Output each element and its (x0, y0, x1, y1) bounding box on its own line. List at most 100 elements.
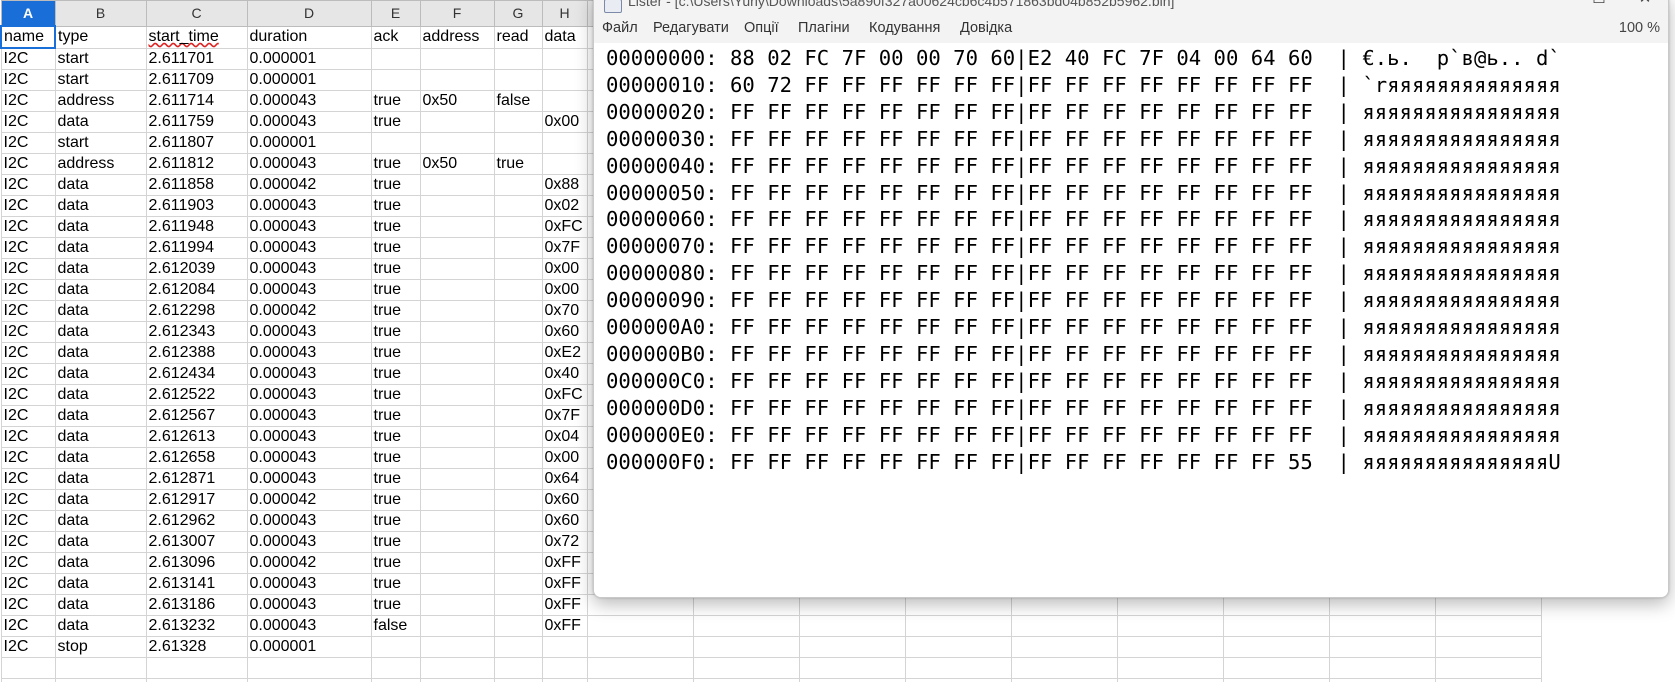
cell[interactable] (0, 657, 56, 679)
cell[interactable] (493, 321, 543, 343)
cell[interactable]: true (370, 447, 421, 469)
cell[interactable] (541, 153, 588, 175)
cell[interactable] (54, 657, 147, 679)
cell[interactable]: 0x70 (541, 300, 588, 322)
cell[interactable] (493, 426, 543, 448)
cell[interactable] (0, 678, 56, 682)
cell[interactable]: 0.000043 (246, 405, 372, 427)
cell[interactable]: I2C (0, 552, 56, 574)
column-header[interactable]: D (246, 0, 372, 27)
cell[interactable] (419, 510, 495, 532)
cell[interactable] (798, 657, 906, 679)
cell[interactable] (1222, 636, 1330, 658)
cell[interactable]: 0x60 (541, 489, 588, 511)
cell[interactable] (419, 132, 495, 154)
cell[interactable]: 0x00 (541, 447, 588, 469)
cell[interactable]: 0.000043 (246, 321, 372, 343)
cell[interactable]: 2.612388 (145, 342, 248, 364)
close-button[interactable]: ✕ (1622, 0, 1668, 13)
cell[interactable]: 2.612871 (145, 468, 248, 490)
cell[interactable] (493, 594, 543, 616)
cell[interactable] (419, 594, 495, 616)
cell[interactable]: 0x02 (541, 195, 588, 217)
cell[interactable] (145, 678, 248, 682)
cell[interactable]: false (370, 615, 421, 637)
cell[interactable]: 0x7F (541, 237, 588, 259)
cell[interactable]: address (419, 25, 495, 49)
cell[interactable]: 2.612917 (145, 489, 248, 511)
cell[interactable]: 2.611714 (145, 90, 248, 112)
cell[interactable] (541, 47, 588, 70)
cell[interactable]: true (370, 279, 421, 301)
cell[interactable]: true (370, 573, 421, 595)
cell[interactable] (1010, 636, 1118, 658)
menu-file[interactable]: Файл (602, 18, 638, 38)
cell[interactable]: true (370, 468, 421, 490)
cell[interactable]: 2.611948 (145, 216, 248, 238)
cell[interactable]: 2.611812 (145, 153, 248, 175)
cell[interactable]: I2C (0, 258, 56, 280)
cell[interactable]: true (370, 489, 421, 511)
cell[interactable]: I2C (0, 237, 56, 259)
cell[interactable]: 0.000043 (246, 195, 372, 217)
cell[interactable]: true (493, 153, 543, 175)
cell[interactable]: duration (246, 25, 372, 49)
cell[interactable]: false (493, 90, 543, 112)
cell[interactable]: data (54, 342, 147, 364)
cell[interactable]: I2C (0, 636, 56, 658)
cell[interactable] (1434, 657, 1542, 679)
cell[interactable]: ack (370, 25, 421, 49)
cell[interactable]: true (370, 510, 421, 532)
cell[interactable] (798, 678, 906, 682)
title-bar[interactable]: Lister - [c:\Users\Yuriy\Downloads\5a890… (594, 0, 1668, 13)
cell[interactable] (541, 678, 588, 682)
cell[interactable]: 0.000001 (246, 132, 372, 154)
cell[interactable]: I2C (0, 573, 56, 595)
cell[interactable]: 2.613096 (145, 552, 248, 574)
cell[interactable] (904, 636, 1012, 658)
cell[interactable]: I2C (0, 615, 56, 637)
cell[interactable]: 0.000043 (246, 510, 372, 532)
cell[interactable]: name (0, 25, 56, 49)
cell[interactable]: 0.000001 (246, 47, 372, 70)
cell[interactable]: I2C (0, 363, 56, 385)
cell[interactable]: data (54, 510, 147, 532)
cell[interactable] (1010, 657, 1118, 679)
cell[interactable] (493, 384, 543, 406)
cell[interactable]: 0.000043 (246, 594, 372, 616)
cell[interactable]: I2C (0, 153, 56, 175)
cell[interactable]: 0x50 (419, 90, 495, 112)
cell[interactable] (370, 678, 421, 682)
cell[interactable]: data (54, 321, 147, 343)
cell[interactable]: I2C (0, 342, 56, 364)
cell[interactable]: 0.000043 (246, 384, 372, 406)
cell[interactable]: true (370, 258, 421, 280)
cell[interactable] (692, 678, 800, 682)
cell[interactable]: read (493, 25, 543, 49)
cell[interactable] (419, 258, 495, 280)
cell[interactable] (419, 363, 495, 385)
cell[interactable]: 2.611858 (145, 174, 248, 196)
maximize-button[interactable]: ☐ (1576, 0, 1622, 13)
cell[interactable] (419, 342, 495, 364)
cell[interactable]: 0x72 (541, 531, 588, 553)
cell[interactable]: 0.000043 (246, 216, 372, 238)
cell[interactable]: data (54, 468, 147, 490)
cell[interactable]: true (370, 216, 421, 238)
cell[interactable]: 2.612567 (145, 405, 248, 427)
cell[interactable] (692, 657, 800, 679)
cell[interactable] (493, 279, 543, 301)
cell[interactable]: data (54, 615, 147, 637)
cell[interactable]: 0.000043 (246, 447, 372, 469)
cell[interactable]: I2C (0, 426, 56, 448)
cell[interactable] (145, 657, 248, 679)
cell[interactable] (1116, 657, 1224, 679)
cell[interactable]: 0.000042 (246, 489, 372, 511)
column-header[interactable]: H (541, 0, 588, 27)
cell[interactable] (1116, 615, 1224, 637)
cell[interactable]: data (54, 195, 147, 217)
cell[interactable]: 2.612084 (145, 279, 248, 301)
cell[interactable]: I2C (0, 174, 56, 196)
cell[interactable] (419, 426, 495, 448)
cell[interactable]: I2C (0, 300, 56, 322)
